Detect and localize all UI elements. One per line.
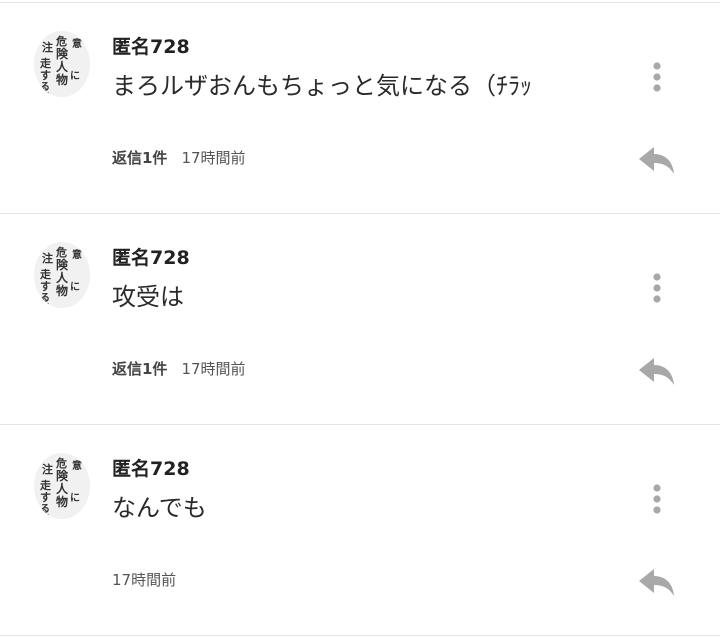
reply-button[interactable] xyxy=(636,565,678,601)
more-options-button[interactable] xyxy=(640,481,674,519)
svg-text:す: す xyxy=(40,280,51,293)
more-vertical-icon xyxy=(653,484,661,514)
svg-text:険: 険 xyxy=(56,257,69,272)
comment-author: 匿名728 xyxy=(112,458,190,480)
comment-item: 危 険 人 物 に 注 意 走 す る !!! 匿名728 なんでも 17時間前 xyxy=(0,425,720,635)
reply-arrow-icon xyxy=(639,358,674,385)
svg-text:意: 意 xyxy=(72,248,82,261)
svg-text:険: 険 xyxy=(56,468,69,483)
svg-text:注: 注 xyxy=(42,462,53,476)
svg-text:人: 人 xyxy=(56,59,69,74)
reply-button[interactable] xyxy=(636,354,678,390)
svg-text:注: 注 xyxy=(42,251,53,265)
svg-text:!!!: !!! xyxy=(40,513,50,519)
svg-text:に: に xyxy=(70,281,80,293)
comment-author: 匿名728 xyxy=(112,36,190,58)
more-vertical-icon xyxy=(653,62,661,92)
svg-text:危: 危 xyxy=(55,456,67,470)
svg-text:険: 険 xyxy=(56,46,69,61)
comment-item: 危 険 人 物 に 注 意 走 す る !!! 匿名728 攻受は 返信1件 17… xyxy=(0,214,720,424)
svg-text:!!!: !!! xyxy=(40,91,50,97)
reply-arrow-icon xyxy=(639,147,674,174)
svg-text:人: 人 xyxy=(56,481,69,496)
svg-text:す: す xyxy=(40,491,51,504)
comment-timestamp: 17時間前 xyxy=(181,149,246,167)
view-replies-link[interactable]: 返信1件 xyxy=(112,360,167,378)
reply-arrow-icon xyxy=(639,569,674,596)
more-vertical-icon xyxy=(653,273,661,303)
comment-author: 匿名728 xyxy=(112,247,190,269)
more-options-button[interactable] xyxy=(640,59,674,97)
svg-text:走: 走 xyxy=(39,56,51,70)
comment-timestamp: 17時間前 xyxy=(112,571,177,589)
comment-text: 攻受は xyxy=(112,283,184,311)
svg-text:注: 注 xyxy=(42,40,53,54)
svg-text:に: に xyxy=(70,70,80,82)
comment-meta: 返信1件 17時間前 xyxy=(112,358,246,379)
avatar[interactable]: 危 険 人 物 に 注 意 走 す る !!! xyxy=(34,31,90,97)
avatar-image: 危 険 人 物 に 注 意 走 す る !!! xyxy=(34,453,90,519)
svg-text:危: 危 xyxy=(55,245,67,259)
reply-button[interactable] xyxy=(636,143,678,179)
svg-text:走: 走 xyxy=(39,267,51,281)
divider xyxy=(0,635,720,636)
svg-text:意: 意 xyxy=(72,459,82,472)
comment-timestamp: 17時間前 xyxy=(181,360,246,378)
svg-text:人: 人 xyxy=(56,270,69,285)
view-replies-link[interactable]: 返信1件 xyxy=(112,149,167,167)
svg-text:危: 危 xyxy=(55,34,67,48)
avatar-image: 危 険 人 物 に 注 意 走 す る !!! xyxy=(34,242,90,308)
svg-text:走: 走 xyxy=(39,478,51,492)
avatar-image: 危 険 人 物 に 注 意 走 す る !!! xyxy=(34,31,90,97)
svg-text:物: 物 xyxy=(56,283,68,298)
comment-item: 危 険 人 物 に 注 意 走 す る !!! 匿名728 まろルザおんもちょっ… xyxy=(0,3,720,213)
comment-meta: 返信1件 17時間前 xyxy=(112,147,246,168)
svg-text:物: 物 xyxy=(56,72,68,87)
more-options-button[interactable] xyxy=(640,270,674,308)
avatar[interactable]: 危 険 人 物 に 注 意 走 す る !!! xyxy=(34,453,90,519)
svg-text:す: す xyxy=(40,69,51,82)
svg-text:意: 意 xyxy=(72,37,82,50)
comment-text: まろルザおんもちょっと気になる（ﾁﾗｯ xyxy=(112,72,532,100)
comment-feed: 危 険 人 物 に 注 意 走 す る !!! 匿名728 まろルザおんもちょっ… xyxy=(0,0,720,638)
svg-text:物: 物 xyxy=(56,494,68,509)
comment-text: なんでも xyxy=(112,494,207,522)
avatar[interactable]: 危 険 人 物 に 注 意 走 す る !!! xyxy=(34,242,90,308)
svg-text:!!!: !!! xyxy=(40,302,50,308)
comment-meta: 17時間前 xyxy=(112,569,176,590)
svg-text:に: に xyxy=(70,492,80,504)
